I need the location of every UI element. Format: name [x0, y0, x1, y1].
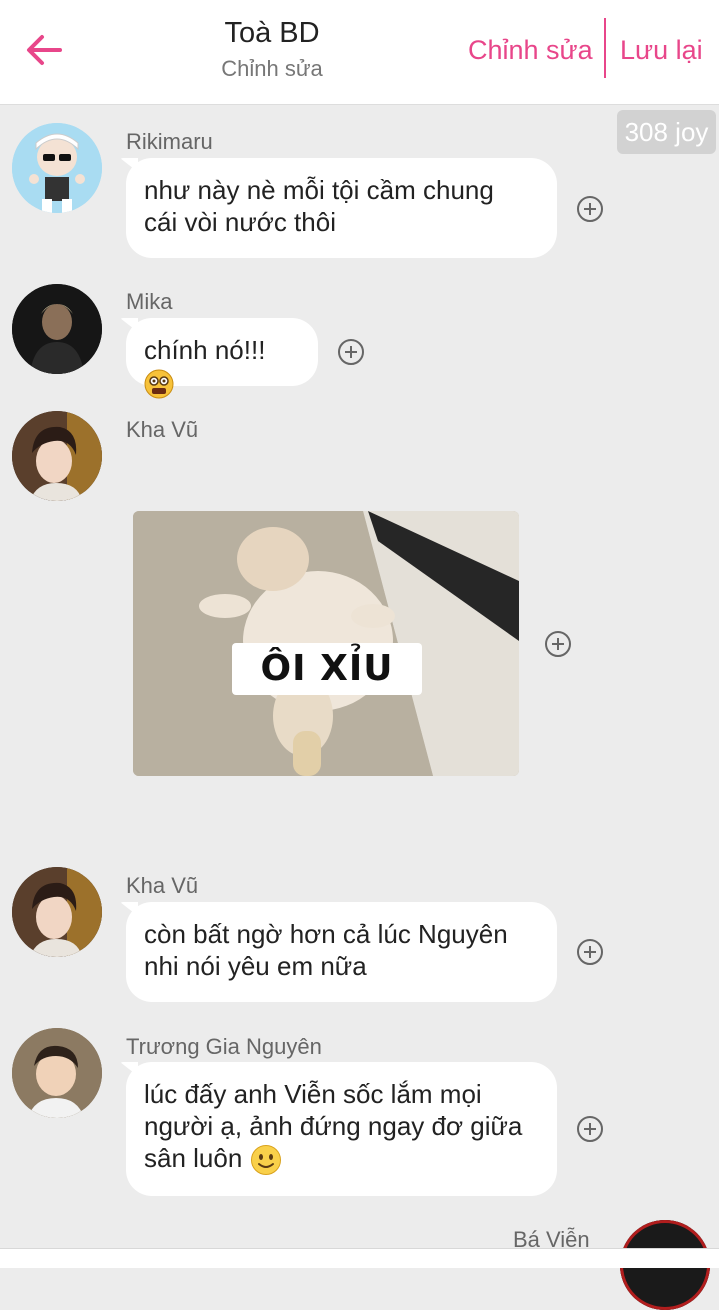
avatar-rikimaru[interactable] [12, 123, 102, 213]
message-line: sân luôn [144, 1143, 243, 1173]
message-line: lúc đấy anh Viễn sốc lắm mọi [144, 1079, 482, 1109]
header-divider [604, 18, 606, 78]
joy-badge: 308 joy [617, 110, 716, 154]
sender-name: Kha Vũ [126, 417, 199, 442]
message-bubble[interactable]: còn bất ngờ hơn cả lúc Nguyên nhi nói yê… [126, 902, 557, 1002]
add-reaction-icon[interactable] [545, 631, 571, 657]
sticker-image[interactable]: ÔI XỈU [133, 511, 519, 776]
message-bubble[interactable]: chính nó!!! [126, 318, 318, 399]
message-line: cái vòi nước thôi [144, 207, 336, 237]
avatar-kha-vu[interactable] [12, 411, 102, 501]
title-block: Toà BD Chỉnh sửa [150, 14, 394, 84]
message-bubble[interactable]: lúc đấy anh Viễn sốc lắm mọi người ạ, ản… [126, 1062, 557, 1196]
avatar-image [12, 1028, 102, 1118]
back-arrow-icon [27, 35, 62, 65]
avatar-image [12, 123, 102, 213]
bottom-input-bar [0, 1248, 719, 1268]
slightly-smiling-emoji-icon [250, 1145, 281, 1176]
avatar-image [12, 411, 102, 501]
message-line: còn bất ngờ hơn cả lúc Nguyên [144, 919, 508, 949]
avatar-kha-vu[interactable] [12, 867, 102, 957]
sender-name: Trương Gia Nguyên [126, 1034, 322, 1059]
message-line: nhi nói yêu em nữa [144, 951, 367, 981]
sticker-caption: ÔI XỈU [232, 643, 422, 695]
add-reaction-icon[interactable] [577, 196, 603, 222]
edit-button[interactable]: Chỉnh sửa [468, 30, 593, 70]
message-line: như này nè mỗi tội cầm chung [144, 175, 494, 205]
avatar-mika[interactable] [12, 284, 102, 374]
message-line-wrap: sân luôn [144, 1142, 539, 1176]
message-bubble[interactable]: như này nè mỗi tội cầm chung cái vòi nướ… [126, 158, 557, 258]
sender-name: Kha Vũ [126, 873, 199, 898]
add-reaction-icon[interactable] [577, 939, 603, 965]
add-reaction-icon[interactable] [577, 1116, 603, 1142]
back-button[interactable] [22, 28, 66, 72]
sender-name: Rikimaru [126, 129, 213, 154]
message-line: người ạ, ảnh đứng ngay đơ giữa [144, 1111, 523, 1141]
page-title: Toà BD [224, 17, 320, 49]
message-text: chính nó!!! [144, 335, 266, 365]
save-button[interactable]: Lưu lại [620, 30, 703, 70]
dizzy-face-emoji-icon [144, 369, 174, 399]
top-bar: Toà BD Chỉnh sửa Chỉnh sửa Lưu lại [0, 0, 719, 105]
sender-name: Mika [126, 289, 173, 314]
add-reaction-icon[interactable] [338, 339, 364, 365]
avatar-truong-gia-nguyen[interactable] [12, 1028, 102, 1118]
page-subtitle: Chỉnh sửa [221, 56, 323, 81]
avatar-image [12, 867, 102, 957]
avatar-image [12, 284, 102, 374]
